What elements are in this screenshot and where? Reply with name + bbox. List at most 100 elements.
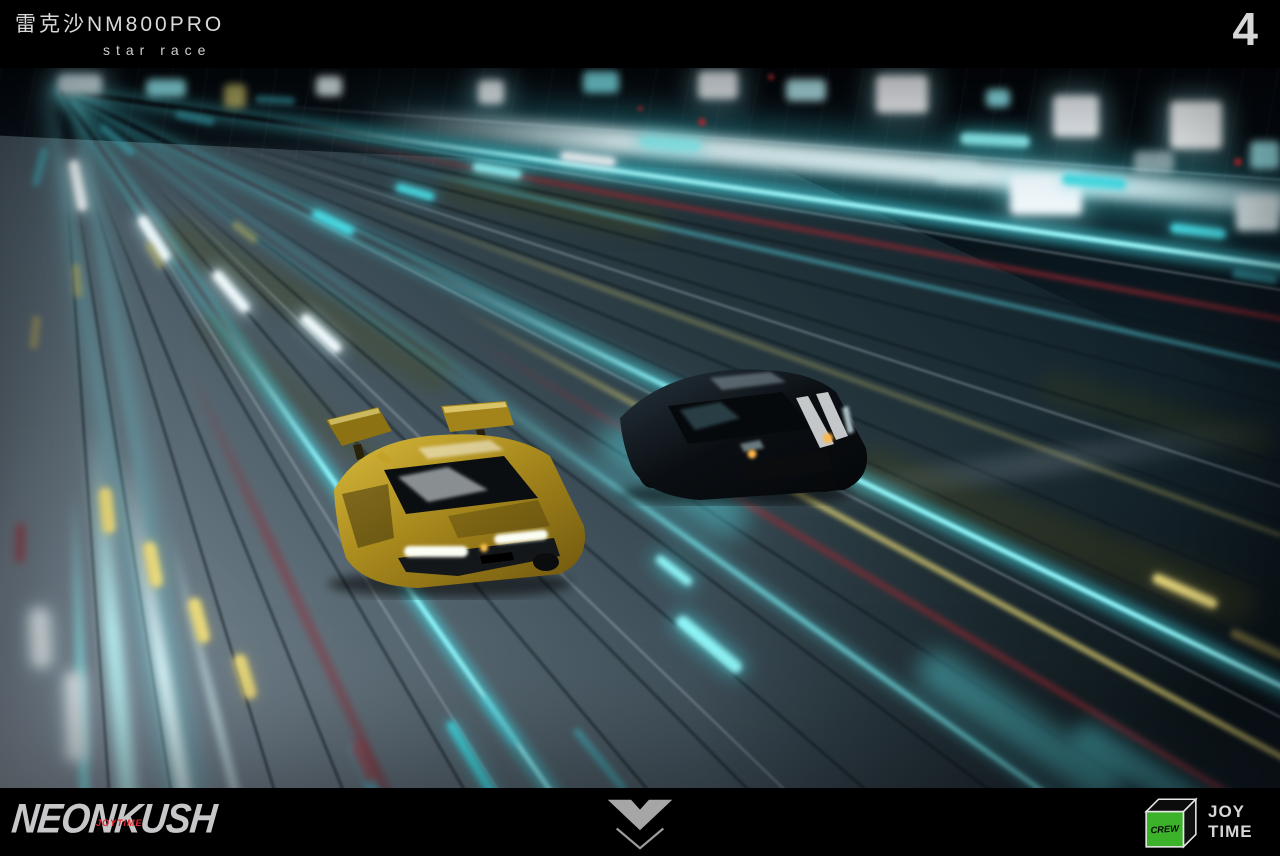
headlight-left xyxy=(404,546,468,557)
car-shadow xyxy=(619,482,851,506)
neon-corner-streak xyxy=(56,89,265,788)
black-race-car xyxy=(619,369,868,506)
neon-dash xyxy=(571,726,629,788)
lane-groove xyxy=(59,88,1277,788)
lane-groove xyxy=(58,88,833,788)
wall-light xyxy=(698,71,738,99)
tunnel-wall xyxy=(0,68,1280,198)
wall-red-light xyxy=(638,106,643,111)
joytime-logo: CREW JOY TIME xyxy=(1142,793,1270,851)
wall-light xyxy=(58,74,102,94)
neon-dash xyxy=(653,553,695,588)
neon-dash xyxy=(471,161,523,180)
lane-groove xyxy=(59,88,1100,788)
neon-dash xyxy=(1231,268,1279,285)
wall-red-light xyxy=(698,118,706,126)
neon-dash-yellow xyxy=(144,240,166,270)
neon-dash xyxy=(394,182,436,202)
neon-dash-yellow xyxy=(28,315,42,350)
wall-light xyxy=(1134,151,1174,173)
wall-light xyxy=(316,76,342,96)
neon-yellow-line xyxy=(59,89,1280,538)
neon-dash xyxy=(97,122,137,158)
rear-wing-right xyxy=(441,401,514,432)
headlight-right xyxy=(494,529,548,545)
neon-cyan-line xyxy=(59,89,1280,401)
neon-dash xyxy=(64,671,86,763)
lane-groove xyxy=(59,88,1280,658)
rail-sheen xyxy=(59,89,1280,201)
lane-groove xyxy=(58,88,537,788)
neon-dash xyxy=(310,208,356,237)
neon-cyan-halo xyxy=(59,84,1280,311)
neon-glow-patch xyxy=(909,644,1131,788)
subtitle: star race xyxy=(103,42,212,58)
rail-sheen xyxy=(59,89,1280,334)
wall-light xyxy=(936,161,978,183)
neon-dash-yellow xyxy=(230,219,260,245)
neon-corner-streak xyxy=(55,89,93,788)
rail-sheen xyxy=(59,89,1280,549)
neon-yellow-line xyxy=(58,88,1280,788)
neon-cyan-line xyxy=(58,88,1280,788)
top-letterbox-bar: 雷克沙NM800PRO star race 4 xyxy=(0,0,1280,68)
neon-dash xyxy=(959,132,1031,148)
wall-light xyxy=(478,80,504,104)
neon-corner-streak xyxy=(51,89,146,788)
neon-red-line xyxy=(59,88,1280,360)
front-grille xyxy=(740,450,834,482)
front-bumper xyxy=(398,538,560,576)
crew-cube-icon: CREW xyxy=(1144,797,1198,849)
joytime-line2: TIME xyxy=(1208,822,1253,841)
neon-dash xyxy=(444,718,516,788)
neon-cyan-halo xyxy=(55,87,582,788)
title-block: 雷克沙NM800PRO star race xyxy=(15,8,224,58)
lane-groove xyxy=(58,89,121,788)
lens-beam xyxy=(0,422,48,788)
wall-light xyxy=(1250,141,1280,169)
wall-light xyxy=(224,84,246,108)
lane-groove xyxy=(58,88,704,788)
neon-dash-yellow xyxy=(98,486,116,535)
wall-light xyxy=(1053,95,1099,137)
neon-dash xyxy=(559,150,617,168)
chevron-v-logo xyxy=(598,798,682,850)
neon-dash xyxy=(1061,173,1127,190)
car-body xyxy=(334,434,585,588)
rail-sheen xyxy=(59,89,565,788)
vignette xyxy=(0,68,1280,788)
lane-groove xyxy=(59,88,1280,585)
wall-light xyxy=(583,71,619,93)
bottom-letterbox-bar: NEONKUSH JOYTIME CREW JOY TIME xyxy=(0,788,1280,856)
poster-root: { "header": { "title": "雷克沙NM800PRO", "s… xyxy=(0,0,1280,856)
neon-red-line xyxy=(56,89,428,788)
crew-cube-label: CREW xyxy=(1150,823,1180,835)
neon-dash xyxy=(1169,222,1227,240)
wall-light xyxy=(1236,195,1280,231)
rear-wing-left xyxy=(326,407,392,446)
tunnel-wall-texture xyxy=(0,68,1280,218)
joytime-wordmark: JOY TIME xyxy=(1208,802,1253,841)
neon-dash xyxy=(345,739,385,788)
olive-patch xyxy=(191,306,409,495)
wall-light xyxy=(1010,175,1082,215)
neon-dash xyxy=(639,135,701,152)
lane-groove xyxy=(58,88,399,788)
neon-corner-streak xyxy=(53,88,210,788)
rail-sheen xyxy=(59,89,888,788)
neon-dash xyxy=(135,213,173,264)
windshield xyxy=(384,456,538,514)
headlight-amber-left xyxy=(747,449,757,459)
neon-dash-red xyxy=(14,522,26,564)
gold-race-car xyxy=(326,401,585,598)
rail-sheen xyxy=(59,89,1280,759)
neon-cyan-halo xyxy=(57,84,1280,754)
chevron-down-icon xyxy=(607,799,673,850)
product-title: 雷克沙NM800PRO xyxy=(15,13,225,36)
lane-groove xyxy=(59,88,1280,467)
neon-dash xyxy=(174,109,216,127)
neon-dash xyxy=(67,158,89,213)
neon-dash-red xyxy=(347,737,379,785)
olive-patch xyxy=(437,168,669,242)
car-shadow xyxy=(328,570,572,598)
